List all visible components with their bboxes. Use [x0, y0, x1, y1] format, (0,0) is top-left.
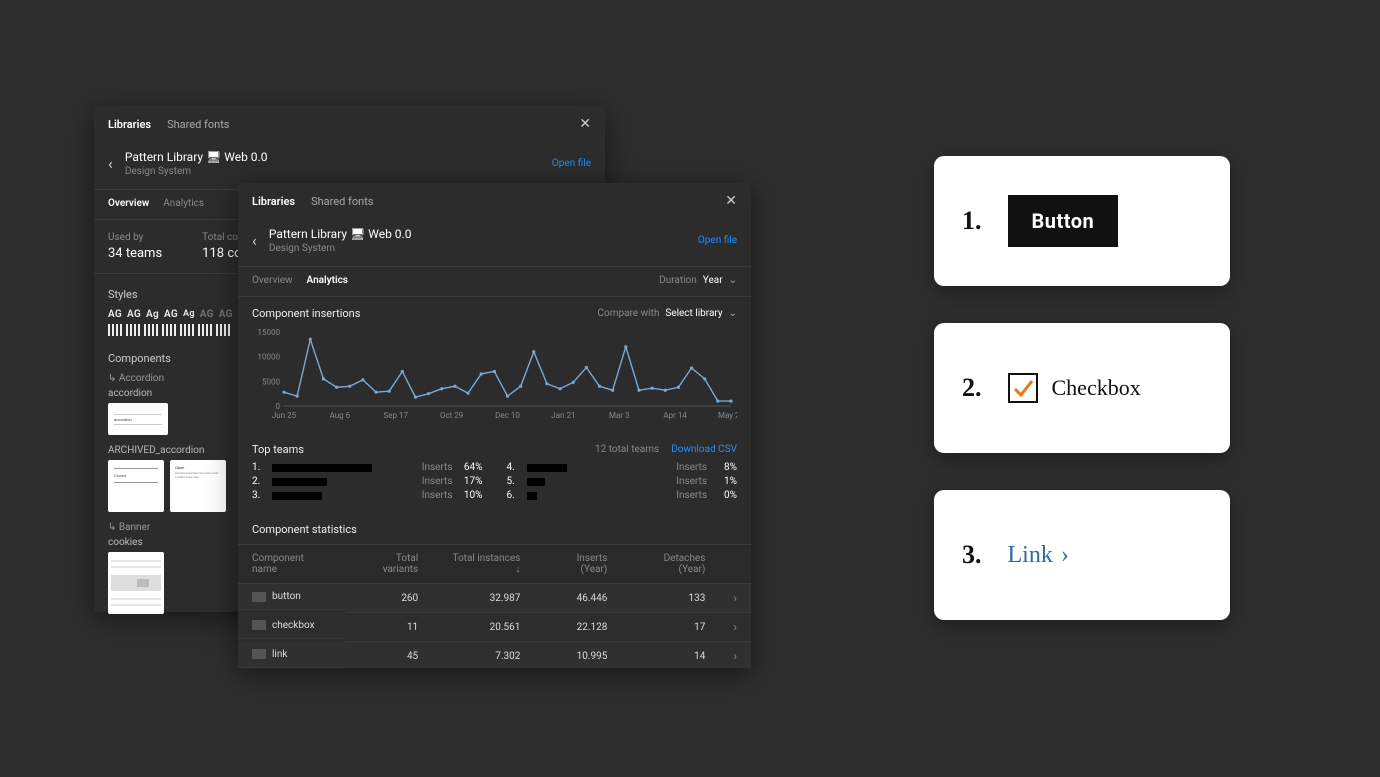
col-detaches[interactable]: Detaches (Year)	[621, 545, 719, 584]
button-demo[interactable]: Button	[1008, 195, 1119, 247]
svg-text:Jun 25: Jun 25	[272, 411, 297, 420]
svg-text:Dec 10: Dec 10	[495, 411, 520, 420]
col-inserts[interactable]: Inserts (Year)	[534, 545, 621, 584]
col-name[interactable]: Component name	[238, 545, 345, 584]
rank-number: 3.	[962, 540, 982, 570]
banner-thumbnail[interactable]	[108, 552, 164, 614]
tab-libraries[interactable]: Libraries	[252, 195, 295, 208]
component-stats-table: Component name Total variants Total inst…	[238, 544, 751, 668]
open-file-link[interactable]: Open file	[552, 158, 591, 169]
rank-card-link: 3. Link ›	[934, 490, 1230, 620]
library-subtitle: Design System	[269, 243, 698, 254]
top-teams-heading: Top teams	[252, 443, 304, 456]
back-chevron-icon[interactable]: ‹	[252, 233, 257, 249]
used-by-value: 34 teams	[108, 246, 162, 261]
insertions-chart: 0 5000 10000 15000 Jun 25 Aug 6 Sep 17 Oct 29 De…	[238, 324, 751, 431]
open-file-link[interactable]: Open file	[698, 235, 737, 246]
download-csv-link[interactable]: Download CSV	[671, 444, 737, 455]
table-row[interactable]: checkbox 1120.56122.12817 ›	[238, 613, 751, 642]
col-instances[interactable]: Total instances ↓	[432, 545, 534, 584]
library-subtitle: Design System	[125, 166, 552, 177]
svg-text:May 26: May 26	[718, 411, 737, 420]
component-statistics-heading: Component statistics	[238, 513, 751, 544]
svg-text:Jan 21: Jan 21	[551, 411, 575, 420]
tab-shared-fonts[interactable]: Shared fonts	[167, 118, 229, 131]
checkbox-demo[interactable]	[1008, 373, 1038, 403]
team-row: 3. Inserts10%	[252, 490, 483, 501]
svg-text:Apr 14: Apr 14	[663, 411, 687, 420]
svg-text:Oct 29: Oct 29	[440, 411, 463, 420]
tab-libraries[interactable]: Libraries	[108, 118, 151, 131]
svg-text:5000: 5000	[262, 377, 280, 386]
rank-card-checkbox: 2. Checkbox	[934, 323, 1230, 453]
team-row: 6. Inserts0%	[507, 490, 738, 501]
rank-number: 2.	[962, 373, 982, 403]
team-row: 4. Inserts8%	[507, 462, 738, 473]
svg-text:Aug 6: Aug 6	[330, 411, 351, 420]
chevron-right-icon: ›	[1061, 542, 1069, 569]
rank-card-button: 1. Button	[934, 156, 1230, 286]
subtab-analytics[interactable]: Analytics	[307, 275, 348, 286]
subtab-overview[interactable]: Overview	[252, 275, 293, 286]
svg-text:15000: 15000	[258, 328, 281, 337]
check-icon	[1012, 377, 1034, 399]
checkbox-label: Checkbox	[1052, 375, 1141, 401]
component-thumb-icon	[252, 620, 266, 630]
libraries-panel-analytics: Libraries Shared fonts ✕ ‹ Pattern Libra…	[238, 183, 751, 668]
component-thumb-icon	[252, 592, 266, 602]
teams-count: 12 total teams	[595, 444, 659, 455]
table-row[interactable]: link 457.30210.99514 ›	[238, 642, 751, 669]
duration-dropdown[interactable]: Duration Year ⌄	[659, 275, 737, 286]
insertions-heading: Component insertions	[252, 307, 360, 320]
close-icon[interactable]: ✕	[725, 193, 737, 209]
tab-shared-fonts[interactable]: Shared fonts	[311, 195, 373, 208]
rank-number: 1.	[962, 206, 982, 236]
used-by-label: Used by	[108, 232, 162, 243]
subtab-overview[interactable]: Overview	[108, 198, 149, 209]
svg-text:10000: 10000	[258, 353, 281, 362]
col-variants[interactable]: Total variants	[345, 545, 432, 584]
chevron-right-icon: ›	[733, 591, 737, 605]
library-title: Pattern Library 🖥 Web 0.0	[125, 150, 552, 164]
svg-text:Sep 17: Sep 17	[384, 411, 409, 420]
table-row[interactable]: button 26032.98746.446133 ›	[238, 584, 751, 613]
team-row: 2. Inserts17%	[252, 476, 483, 487]
svg-text:Mar 3: Mar 3	[609, 411, 630, 420]
compare-dropdown[interactable]: Compare with Select library ⌄	[597, 308, 737, 319]
chevron-down-icon: ⌄	[729, 275, 737, 286]
archived-accordion-thumb-2[interactable]: Open sample expanded accordion text cont…	[170, 460, 226, 512]
link-demo[interactable]: Link ›	[1008, 542, 1069, 569]
style-bars-icon	[108, 324, 248, 336]
library-title: Pattern Library 🖥 Web 0.0	[269, 227, 698, 241]
chevron-right-icon: ›	[733, 620, 737, 634]
archived-accordion-thumb-1[interactable]: Closed	[108, 460, 164, 512]
back-chevron-icon[interactable]: ‹	[108, 156, 113, 172]
team-row: 1. Inserts64%	[252, 462, 483, 473]
component-thumb-icon	[252, 649, 266, 659]
chevron-right-icon: ›	[733, 649, 737, 663]
chevron-down-icon: ⌄	[729, 308, 737, 319]
subtab-analytics[interactable]: Analytics	[163, 198, 204, 209]
team-row: 5. Inserts1%	[507, 476, 738, 487]
svg-text:0: 0	[276, 402, 281, 411]
accordion-thumbnail[interactable]: accordion	[108, 403, 168, 435]
close-icon[interactable]: ✕	[579, 116, 591, 132]
